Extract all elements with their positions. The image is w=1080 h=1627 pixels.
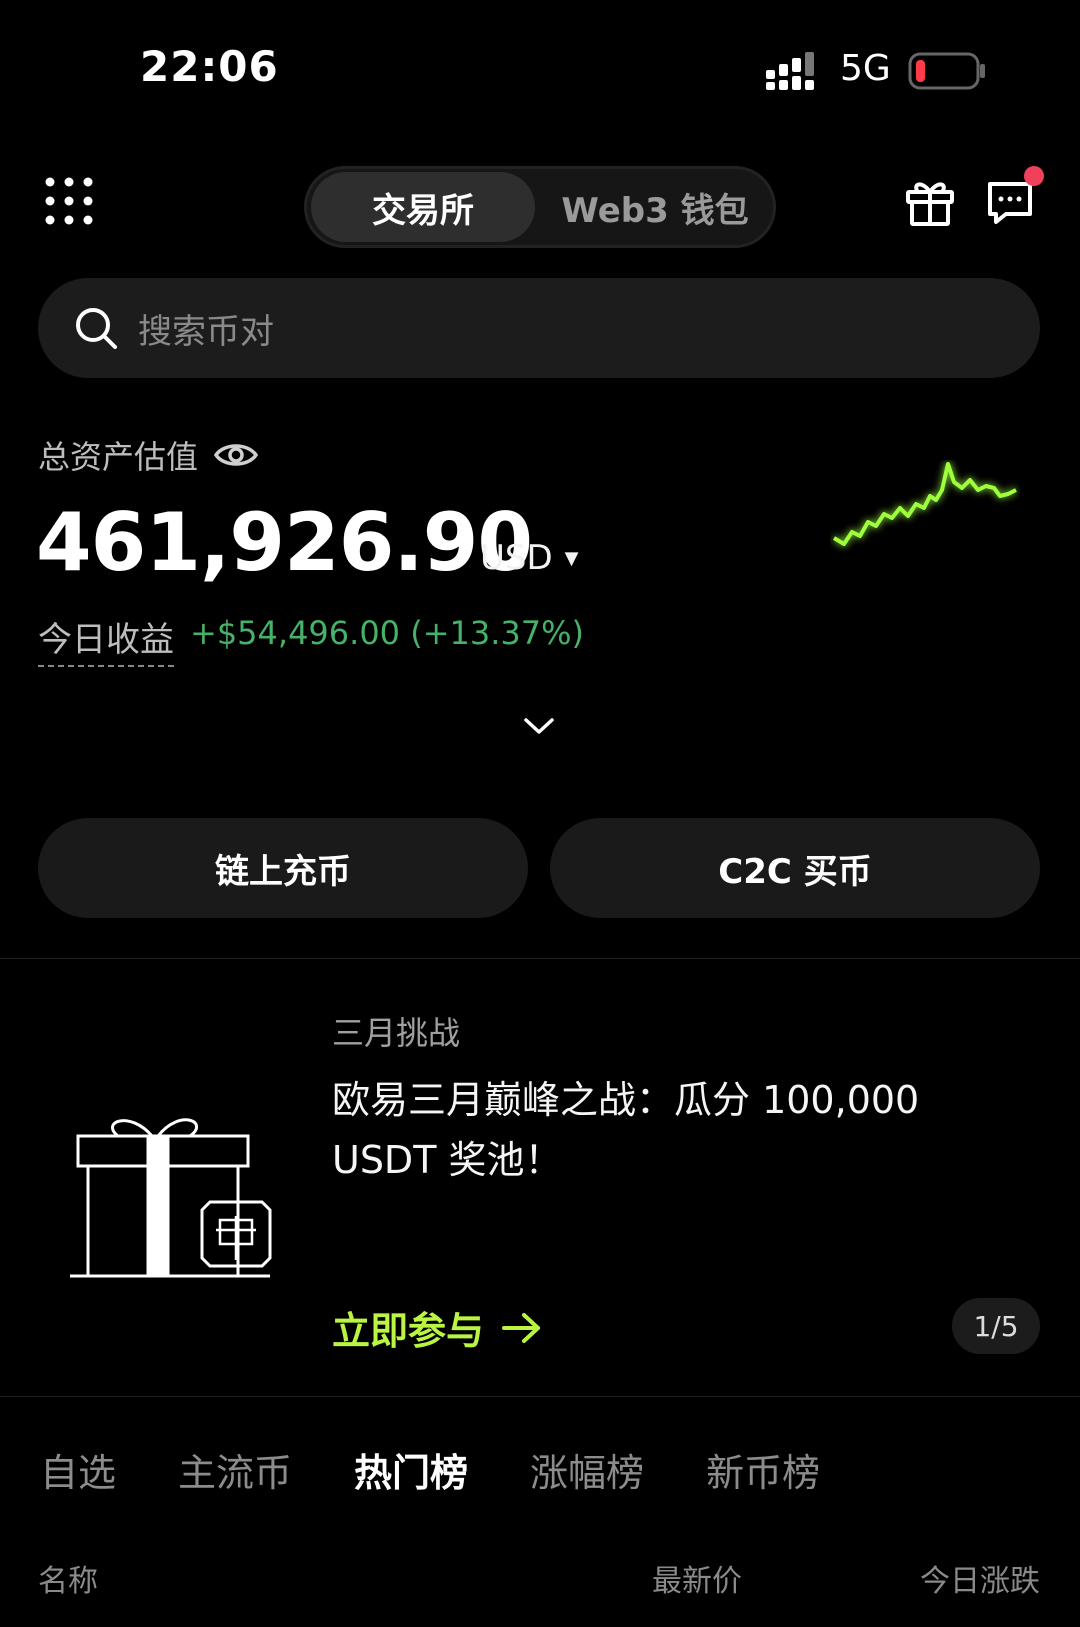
tab-hot[interactable]: 热门榜 [354, 1442, 468, 1497]
tab-watchlist[interactable]: 自选 [40, 1442, 116, 1497]
currency-selector[interactable]: USD ▼ [480, 538, 579, 578]
banner-title[interactable]: 欧易三月巅峰之战：瓜分 100,000 USDT 奖池！ [332, 1070, 972, 1190]
battery-icon [908, 52, 988, 94]
chevron-down-icon[interactable] [522, 716, 556, 740]
tab-mainstream[interactable]: 主流币 [178, 1442, 292, 1497]
join-now-link[interactable]: 立即参与 [332, 1300, 542, 1355]
divider [0, 1396, 1080, 1397]
daily-pnl-label[interactable]: 今日收益 [38, 612, 174, 667]
total-assets-value: 461,926.90 [36, 496, 533, 589]
column-name[interactable]: 名称 [38, 1556, 98, 1600]
apps-grid-icon[interactable] [44, 176, 94, 226]
join-now-label: 立即参与 [332, 1309, 485, 1353]
gift-box-illustration [70, 1080, 280, 1284]
market-tabs: 自选 主流币 热门榜 涨幅榜 新币榜 [40, 1442, 882, 1497]
tab-web3-wallet[interactable]: Web3 钱包 [539, 172, 771, 242]
tab-exchange[interactable]: 交易所 [311, 172, 535, 242]
caret-down-icon: ▼ [564, 547, 579, 569]
tab-gainers[interactable]: 涨幅榜 [530, 1442, 644, 1497]
mode-switch: 交易所 Web3 钱包 [304, 166, 776, 248]
signal-icon [766, 52, 826, 94]
arrow-right-icon [502, 1312, 541, 1343]
status-time: 22:06 [140, 42, 279, 91]
total-assets-label: 总资产估值 [38, 432, 259, 478]
column-daily-change[interactable]: 今日涨跌 [920, 1556, 1040, 1600]
search-icon [76, 308, 117, 349]
currency-label: USD [480, 538, 553, 578]
divider [0, 958, 1080, 959]
banner-pager: 1/5 [952, 1298, 1040, 1354]
column-latest-price[interactable]: 最新价 [652, 1556, 742, 1600]
search-placeholder: 搜索币对 [138, 311, 274, 352]
eye-icon[interactable] [214, 440, 259, 470]
onchain-deposit-button[interactable]: 链上充币 [38, 818, 528, 918]
daily-pnl-value: +$54,496.00 (+13.37%) [190, 614, 584, 652]
assets-sparkline [830, 460, 1020, 564]
total-assets-label-text: 总资产估值 [38, 438, 199, 476]
banner-kicker: 三月挑战 [332, 1014, 461, 1052]
notification-badge [1024, 166, 1044, 186]
c2c-buy-button[interactable]: C2C 买币 [550, 818, 1040, 918]
tab-new-listings[interactable]: 新币榜 [706, 1442, 820, 1497]
search-bar[interactable]: 搜索币对 [38, 278, 1040, 378]
gift-icon[interactable] [904, 176, 956, 228]
network-type: 5G [840, 48, 891, 89]
